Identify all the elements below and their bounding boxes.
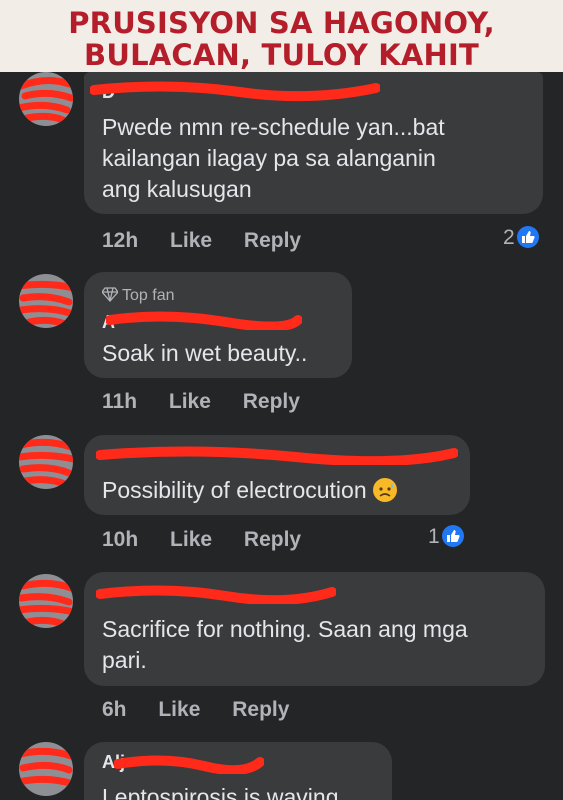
sad-sweat-emoji-icon — [372, 478, 397, 502]
reply-button[interactable]: Reply — [232, 698, 289, 721]
avatar-redaction — [19, 77, 73, 124]
comment-item: Sacrifice for nothing. Saan ang mga pari… — [0, 572, 563, 742]
name-redaction — [106, 311, 302, 330]
top-fan-badge: Top fan — [102, 286, 174, 305]
like-button[interactable]: Like — [158, 698, 200, 721]
comment-text: Pwede nmn re-schedule yan...bat kailanga… — [102, 114, 445, 202]
name-redaction — [114, 755, 264, 774]
comment-time: 12h — [102, 229, 139, 252]
comment-text: Leptospirosis is waving — [102, 784, 339, 800]
comment-item: Top fan A Soak in wet beauty.. 11h Like … — [0, 272, 563, 432]
reply-button[interactable]: Reply — [243, 390, 300, 413]
headline-banner: PRUSISYON SA HAGONOY, BULACAN, TULOY KAH… — [0, 0, 563, 72]
comment-item: Alj Leptospirosis is waving — [0, 742, 563, 800]
avatar[interactable] — [19, 435, 73, 489]
comment-bubble: D Pwede nmn re-schedule yan...bat kailan… — [84, 72, 543, 214]
comment-bubble: Sacrifice for nothing. Saan ang mga pari… — [84, 572, 545, 686]
comment-item: D Pwede nmn re-schedule yan...bat kailan… — [0, 72, 563, 272]
comment-text: Soak in wet beauty.. — [102, 340, 308, 366]
comment-actions: 10h Like Reply — [102, 528, 327, 552]
avatar[interactable] — [19, 574, 73, 628]
comment-actions: 11h Like Reply — [102, 390, 326, 414]
comment-time: 11h — [102, 390, 138, 413]
headline-line-2: BULACAN, TULOY KAHIT — [84, 38, 479, 72]
avatar-redaction — [19, 579, 73, 628]
like-icon — [516, 226, 539, 248]
comment-text: Sacrifice for nothing. Saan ang mga pari… — [102, 616, 468, 673]
avatar[interactable] — [19, 72, 73, 126]
avatar[interactable] — [19, 742, 73, 796]
comment-actions: 12h Like Reply — [102, 229, 327, 253]
comment-text: Possibility of electrocution — [102, 475, 397, 506]
avatar[interactable] — [19, 274, 73, 328]
reaction-count[interactable]: 1 — [428, 525, 464, 549]
comment-bubble: Top fan A Soak in wet beauty.. — [84, 272, 352, 378]
comment-time: 6h — [102, 698, 127, 721]
reply-button[interactable]: Reply — [244, 229, 301, 252]
like-button[interactable]: Like — [170, 528, 212, 551]
diamond-icon — [102, 287, 118, 302]
like-button[interactable]: Like — [170, 229, 212, 252]
name-redaction — [96, 446, 458, 465]
avatar-redaction — [19, 438, 73, 489]
name-redaction — [96, 585, 336, 604]
avatar-redaction — [19, 747, 73, 788]
reaction-count[interactable]: 2 — [503, 226, 539, 250]
like-icon — [441, 525, 464, 547]
comment-actions: 6h Like Reply — [102, 698, 315, 722]
name-redaction — [90, 81, 380, 102]
like-button[interactable]: Like — [169, 390, 211, 413]
comment-time: 10h — [102, 528, 139, 551]
headline-line-1: PRUSISYON SA HAGONOY, — [68, 6, 495, 40]
comment-bubble: Possibility of electrocution — [84, 435, 470, 515]
comment-item: Possibility of electrocution 10h Like Re… — [0, 435, 563, 575]
reply-button[interactable]: Reply — [244, 528, 301, 551]
comment-bubble: Alj Leptospirosis is waving — [84, 742, 392, 800]
avatar-redaction — [19, 280, 73, 328]
